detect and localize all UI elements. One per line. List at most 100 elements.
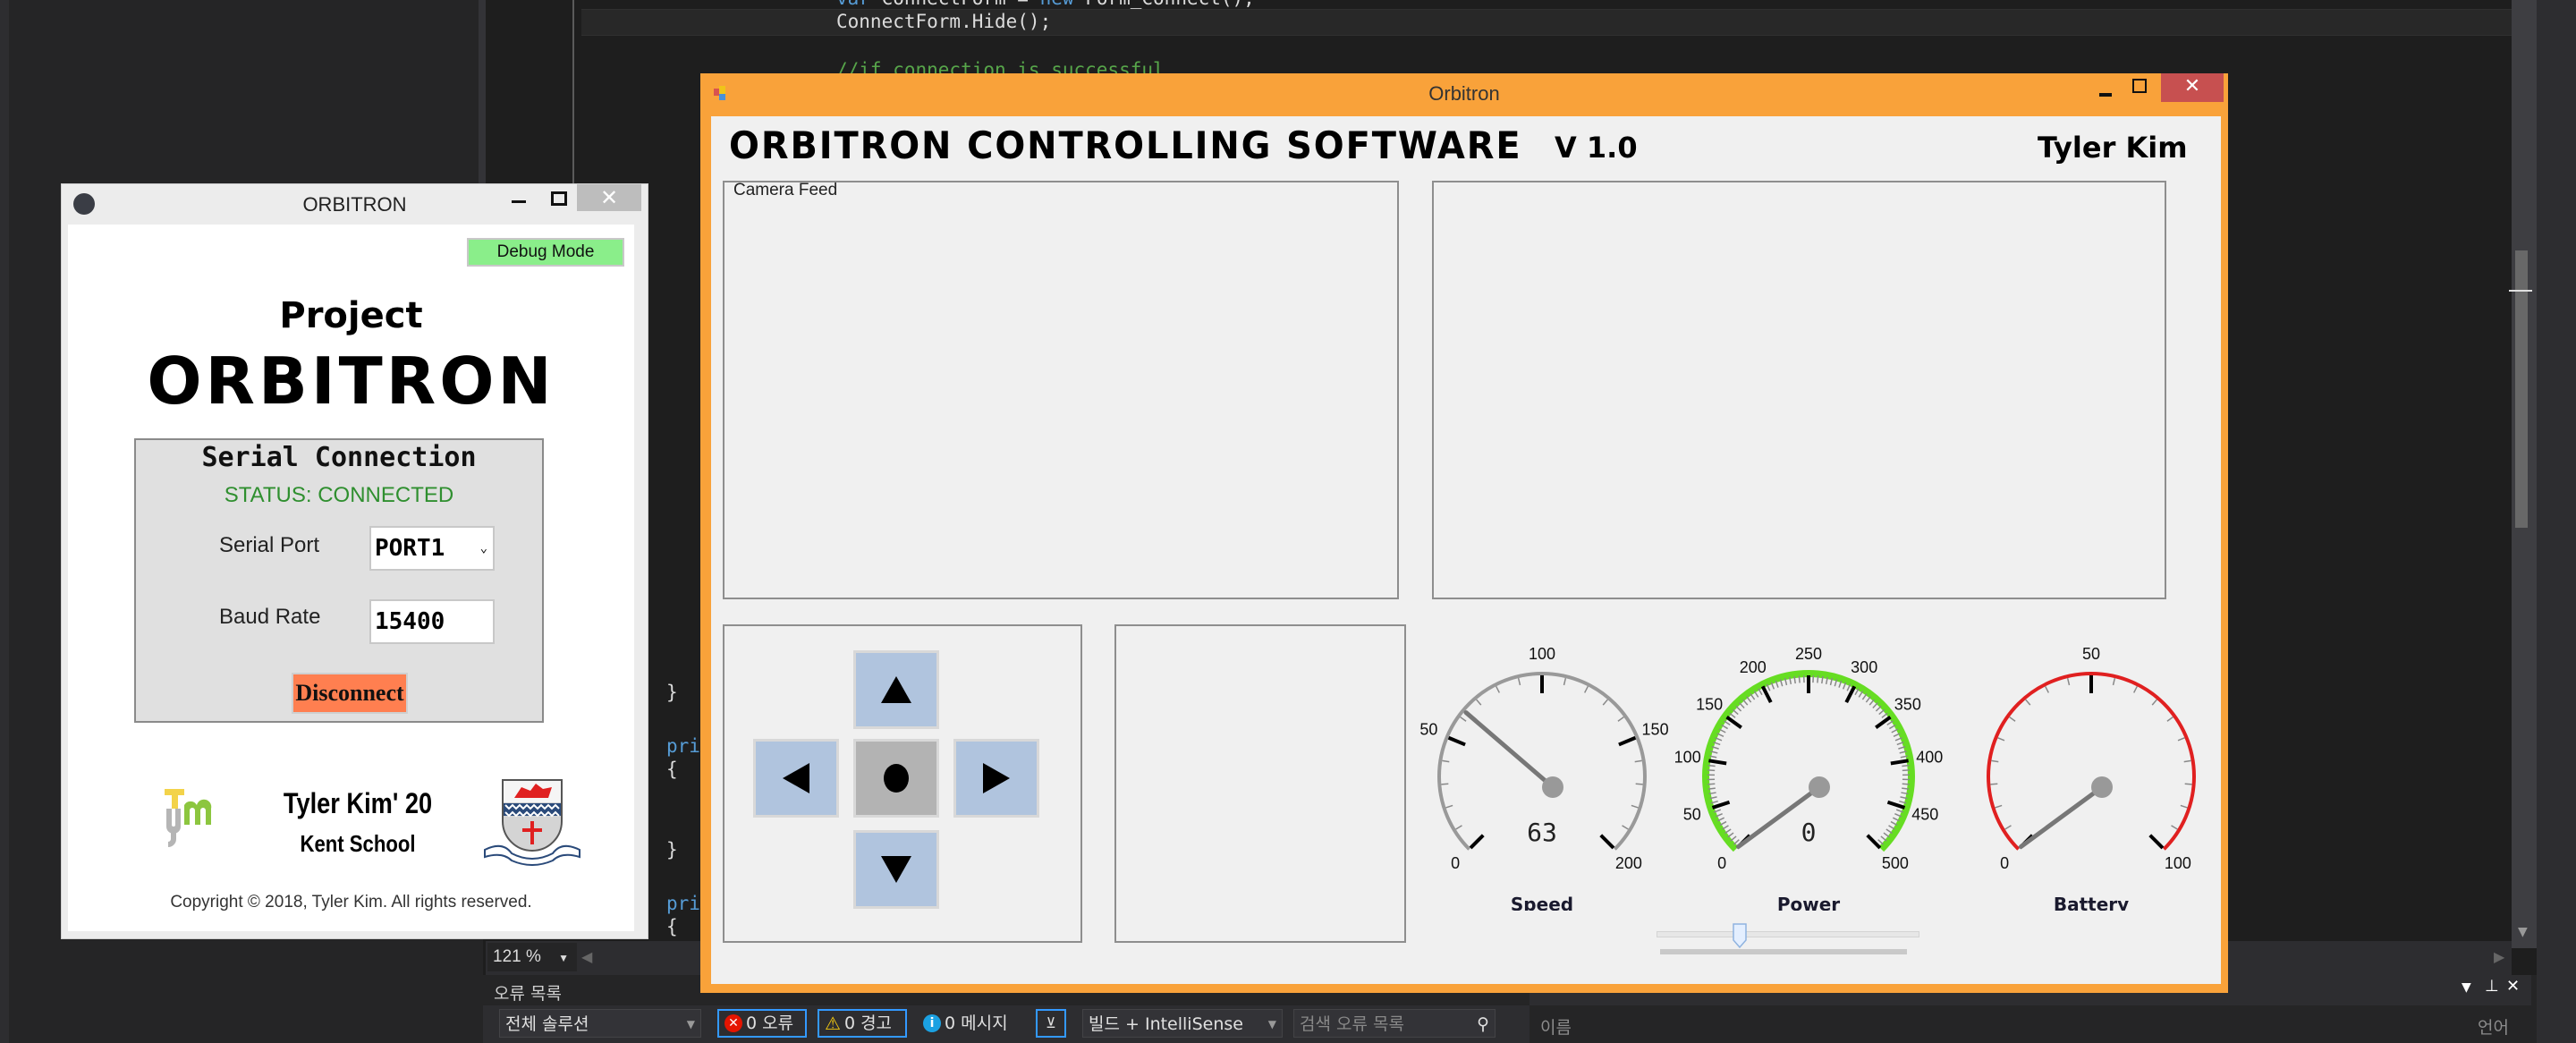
- warnings-count: 0 경고: [843, 1013, 893, 1033]
- gauge-minor-tick: [1729, 712, 1736, 718]
- speed-gauge: 0 50 100 150 200 63 Speed: [1419, 645, 1668, 911]
- slider-track[interactable]: [1657, 931, 1919, 937]
- gauge-minor-tick: [1563, 677, 1567, 686]
- gauge-minor-tick: [1880, 835, 1887, 842]
- camera-feed-panel: [723, 181, 1399, 599]
- close-button[interactable]: ✕: [2161, 73, 2224, 102]
- gauge-major-tick: [1618, 735, 1637, 747]
- errors-count: 0 오류: [746, 1013, 794, 1033]
- credit-school: Kent School: [300, 830, 416, 857]
- gauge-value: 0: [1801, 818, 1817, 847]
- gauge-major-tick: [1599, 834, 1615, 850]
- warning-icon: ⚠: [825, 1013, 841, 1034]
- gauge-minor-tick: [1707, 787, 1716, 790]
- filter-icon: ⊻: [1046, 1014, 1056, 1031]
- gauge-minor-tick: [1739, 702, 1745, 708]
- disconnect-button[interactable]: Disconnect: [292, 673, 408, 714]
- chevron-down-icon: ▼: [558, 952, 570, 964]
- gauge-minor-tick: [2045, 685, 2049, 693]
- scroll-right-icon[interactable]: ▶: [2494, 948, 2504, 965]
- scroll-left-icon[interactable]: ◀: [581, 948, 592, 965]
- minimize-button[interactable]: [2099, 93, 2112, 97]
- serial-port-select[interactable]: PORT1 ⌄: [369, 526, 495, 571]
- chevron-down-icon: ⌄: [479, 541, 487, 555]
- gauge-minor-tick: [1724, 720, 1731, 725]
- debug-mode-button[interactable]: Debug Mode: [467, 238, 624, 267]
- warnings-filter-button[interactable]: ⚠ 0 경고: [818, 1009, 907, 1038]
- product-title: ORBITRON: [147, 343, 555, 419]
- build-filter-dropdown[interactable]: 빌드 + IntelliSense ▼: [1082, 1009, 1283, 1038]
- column-header-language[interactable]: 언어: [2478, 1014, 2509, 1039]
- gauge-minor-tick: [1460, 716, 1467, 722]
- move-left-button[interactable]: [753, 739, 839, 818]
- gauge-minor-tick: [1727, 832, 1734, 838]
- baud-rate-label: Baud Rate: [219, 605, 321, 629]
- search-icon: ⚲: [1477, 1014, 1489, 1034]
- maximize-button[interactable]: [2132, 79, 2147, 93]
- power-gauge: 0 50 100 150 200 250 300 350 400 450 500 0 Power: [1674, 645, 1943, 911]
- column-header-name[interactable]: 이름: [1540, 1014, 1572, 1039]
- gauge-tick-label: 150: [1696, 695, 1723, 713]
- stop-dot-icon: [884, 764, 909, 793]
- filter-button[interactable]: ⊻: [1036, 1009, 1066, 1038]
- gauge-minor-tick: [2004, 825, 2012, 830]
- errors-filter-button[interactable]: ✕ 0 오류: [717, 1009, 807, 1038]
- scrollbar-marker: [2509, 290, 2532, 292]
- baud-rate-input[interactable]: 15400: [369, 599, 495, 644]
- gauge-minor-tick: [1732, 708, 1739, 716]
- gauge-major-tick: [1866, 834, 1882, 850]
- gauge-tick-label: 50: [1419, 721, 1437, 739]
- slider-thumb[interactable]: [1733, 923, 1748, 948]
- minimize-button[interactable]: [512, 200, 526, 203]
- gauge-tick-label: 100: [1529, 645, 1555, 663]
- gauge-tick-label: 200: [1615, 854, 1642, 872]
- gauge-tick-label: 300: [1851, 658, 1877, 676]
- scroll-down-icon[interactable]: ▼: [2518, 925, 2528, 939]
- gauge-minor-tick: [1707, 769, 1716, 772]
- panel-menu-icon[interactable]: ▼: [2462, 980, 2471, 995]
- code-fragment: {: [666, 759, 678, 780]
- code-line: var ConnectForm = new Form_Connect();: [836, 0, 1255, 9]
- stop-button[interactable]: [853, 739, 939, 818]
- gauge-minor-tick: [1991, 759, 1999, 763]
- gauge-major-tick: [1711, 800, 1731, 810]
- serial-port-value: PORT1: [375, 535, 445, 562]
- messages-filter-button[interactable]: i 0 메시지: [923, 1009, 1008, 1038]
- software-heading: ORBITRON CONTROLLING SOFTWARE: [729, 123, 1522, 167]
- zoom-level-dropdown[interactable]: 121 % ▼: [487, 943, 577, 971]
- gauge-tick-label: 400: [1916, 749, 1943, 767]
- author-label: Tyler Kim: [2038, 131, 2188, 165]
- chevron-down-icon: ▼: [1267, 1018, 1276, 1030]
- close-panel-icon[interactable]: ✕: [2506, 977, 2520, 996]
- move-right-button[interactable]: [953, 739, 1039, 818]
- version-label: V 1.0: [1555, 131, 1638, 165]
- pin-icon[interactable]: ⊥: [2485, 977, 2499, 996]
- gauge-tick-label: 0: [2000, 854, 2009, 872]
- gauge-minor-tick: [1995, 804, 2003, 809]
- gauge-minor-tick: [1858, 691, 1864, 698]
- gauge-minor-tick: [1997, 737, 2005, 742]
- gauge-minor-tick: [1872, 702, 1878, 708]
- error-search-input[interactable]: 검색 오류 목록 ⚲: [1293, 1009, 1496, 1038]
- gauge-major-tick: [2148, 834, 2165, 850]
- school-crest-icon: [484, 779, 580, 866]
- tym-logo-icon: [165, 789, 212, 847]
- gauge-minor-tick: [2166, 716, 2174, 722]
- move-down-button[interactable]: [853, 830, 939, 909]
- gauge-minor-tick: [1602, 699, 1608, 706]
- scope-dropdown[interactable]: 전체 솔루션 ▼: [499, 1009, 701, 1038]
- scrollbar-thumb[interactable]: [2515, 250, 2528, 528]
- code-fragment: pri: [666, 893, 700, 914]
- maximize-button[interactable]: [551, 191, 567, 206]
- search-placeholder: 검색 오류 목록: [1300, 1014, 1404, 1034]
- close-button[interactable]: ✕: [577, 184, 641, 211]
- credit-name: Tyler Kim' 20: [283, 787, 433, 819]
- gauge-minor-tick: [1753, 691, 1759, 698]
- gauge-tick-label: 250: [1795, 645, 1822, 663]
- down-arrow-icon: [881, 856, 911, 883]
- gauge-minor-tick: [1746, 696, 1752, 703]
- gauge-tick-label: 450: [1911, 805, 1938, 823]
- gauge-major-tick: [1875, 715, 1892, 729]
- gauge-minor-tick: [1584, 685, 1589, 693]
- move-up-button[interactable]: [853, 650, 939, 729]
